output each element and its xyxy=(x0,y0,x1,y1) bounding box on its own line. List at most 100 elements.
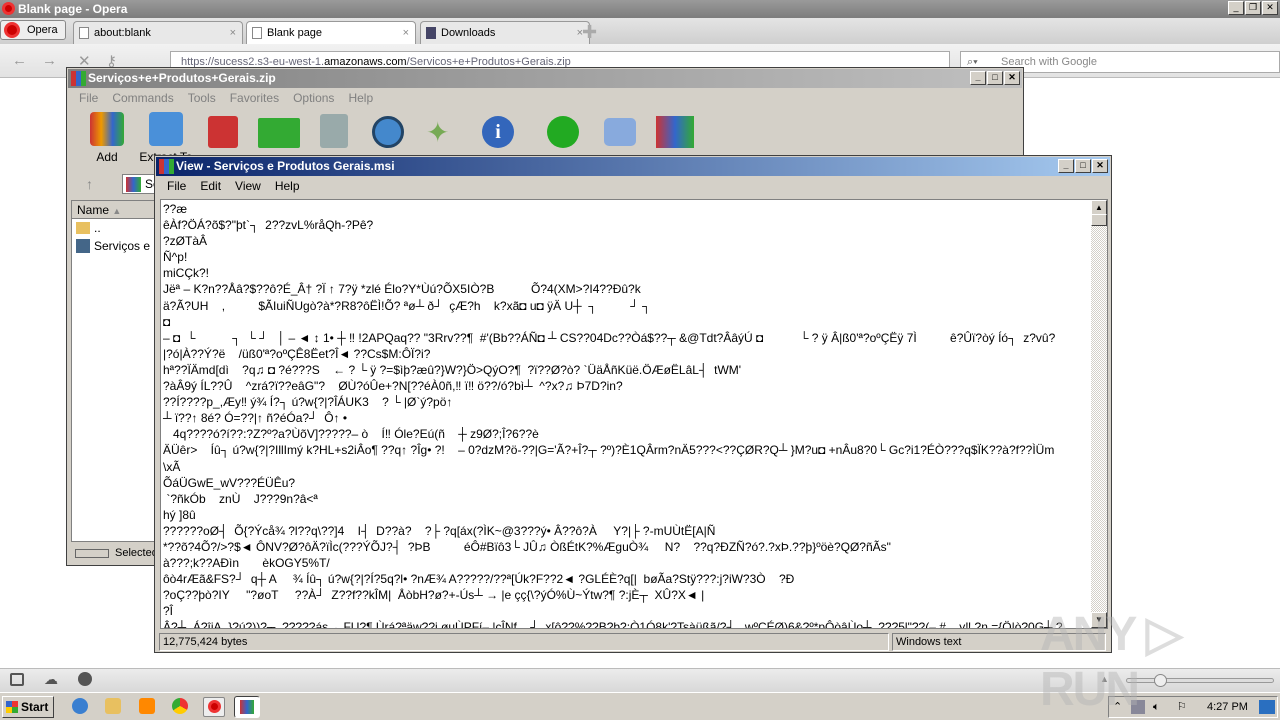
find-icon[interactable] xyxy=(372,116,404,148)
menu-commands[interactable]: Commands xyxy=(105,88,180,108)
menu-edit[interactable]: Edit xyxy=(193,176,228,196)
winrar-status-bar: Selected xyxy=(71,545,161,562)
opera-menu-button[interactable]: Opera xyxy=(0,20,66,40)
winrar-task-button[interactable] xyxy=(234,696,260,718)
chrome-icon[interactable] xyxy=(172,698,188,714)
winrar-icon xyxy=(71,71,86,86)
add-button[interactable]: Add xyxy=(80,112,134,164)
delete-icon[interactable] xyxy=(320,114,348,148)
close-button[interactable]: ✕ xyxy=(1262,1,1278,15)
encoding: Windows text xyxy=(896,636,962,648)
viewer-title-bar[interactable]: View - Serviços e Produtos Gerais.msi _ □… xyxy=(156,157,1110,176)
media-player-icon[interactable] xyxy=(139,698,155,714)
sfx-icon[interactable] xyxy=(656,116,694,148)
url-domain: amazonaws.com xyxy=(324,56,407,68)
panel-toggle-icon[interactable] xyxy=(10,673,24,686)
new-tab-icon[interactable]: ✚ xyxy=(582,22,597,43)
view-book-icon[interactable] xyxy=(258,118,300,148)
text-line: ÕáÜGwE_wV???ÉÜÊu? xyxy=(163,475,296,490)
add-archive-icon xyxy=(90,112,124,146)
minimize-button[interactable]: _ xyxy=(1058,159,1074,173)
browser-window-controls: _ ❐ ✕ xyxy=(1228,1,1278,15)
file-row-msi[interactable]: Serviços e Produtos Gerais.msi xyxy=(72,237,160,255)
text-line: ??????oØ┤ Õ{?Ýcå¾ ?l??q\??]4 I┤ D??à? ?├… xyxy=(163,523,716,538)
drive-icon xyxy=(75,549,109,558)
status-text: Selected xyxy=(115,547,158,559)
menu-help[interactable]: Help xyxy=(268,176,307,196)
close-tab-icon[interactable]: × xyxy=(403,22,409,44)
viewer-window: View - Serviços e Produtos Gerais.msi _ □… xyxy=(154,155,1112,653)
text-line: ä?Ã?UH , $ÃIuiÑUgò?à*?R8?ôËÌ!Õ? ªø┴ ð┘ ç… xyxy=(163,298,651,313)
info-icon[interactable]: i xyxy=(482,116,514,148)
menu-options[interactable]: Options xyxy=(286,88,341,108)
tab-about-blank[interactable]: about:blank × xyxy=(73,21,243,44)
test-icon[interactable] xyxy=(208,116,238,148)
restore-button[interactable]: ❐ xyxy=(1245,1,1261,15)
page-icon xyxy=(79,27,89,39)
speed-dial-icon[interactable] xyxy=(78,672,92,686)
opera-logo-icon xyxy=(2,2,15,15)
up-folder-icon[interactable]: ↑ xyxy=(86,176,93,192)
back-icon[interactable]: ← xyxy=(12,52,27,69)
text-line: êÀf?ÖÁ?õ$?"þt`┐ 2??zvL%råQh-?Pê? xyxy=(163,218,374,233)
menu-favorites[interactable]: Favorites xyxy=(223,88,286,108)
viewer-menu-bar: File Edit View Help xyxy=(156,176,1110,196)
text-line: ôò4rÆã&FS?┘ q┼ A ¾ Íû┐ ú?w{?|?Í?5q?l• ?n… xyxy=(163,572,795,587)
close-button[interactable]: ✕ xyxy=(1092,159,1108,173)
file-size: 12,775,424 bytes xyxy=(163,636,248,648)
maximize-button[interactable]: □ xyxy=(1075,159,1091,173)
url-prefix: https://sucess2.s3-eu-west-1. xyxy=(181,56,325,68)
text-line: ┴ ï??↑ 8é? Ó=??|↑ ñ?éÓa?┘ Ô↑ • xyxy=(163,411,348,426)
url-path: /Servicos+e+Produtos+Gerais.zip xyxy=(406,56,571,68)
winrar-title-bar[interactable]: Serviços+e+Produtos+Gerais.zip _ □ ✕ xyxy=(68,69,1022,88)
tab-label: Downloads xyxy=(441,27,496,39)
close-tab-icon[interactable]: × xyxy=(230,22,236,44)
folder-icon xyxy=(149,112,183,146)
tab-label: Blank page xyxy=(267,27,323,39)
text-line: Â?┴ Á?îjA_}?ú?))?┬ ?????ás→ FU?¶ Ùrá?ªäw… xyxy=(163,620,1063,629)
viewer-window-controls: _ □ ✕ xyxy=(1058,159,1108,173)
forward-icon[interactable]: → xyxy=(42,52,57,69)
comment-icon[interactable] xyxy=(604,118,636,146)
maximize-button[interactable]: □ xyxy=(987,71,1003,85)
file-name: Serviços e Produtos Gerais.msi xyxy=(94,239,160,253)
column-name-header[interactable]: Name ▲ xyxy=(72,201,160,219)
file-size-status: 12,775,424 bytes xyxy=(159,633,889,651)
minimize-button[interactable]: _ xyxy=(1228,1,1244,15)
viewer-title: View - Serviços e Produtos Gerais.msi xyxy=(176,159,395,173)
browser-title: Blank page - Opera xyxy=(18,2,128,16)
menu-view[interactable]: View xyxy=(228,176,268,196)
vertical-scrollbar[interactable]: ▲ ▼ xyxy=(1091,199,1108,629)
text-line: – ◘ └ ┐ └ ┘ │ – ◄ ↕ 1• ┼ ‼ !2APQaq?? "3R… xyxy=(163,330,1056,345)
menu-file[interactable]: File xyxy=(160,176,193,196)
text-line: ◘ xyxy=(163,314,171,329)
file-list: Name ▲ .. Serviços e Produtos Gerais.msi xyxy=(71,200,161,542)
minimize-button[interactable]: _ xyxy=(970,71,986,85)
wizard-icon[interactable]: ✦ xyxy=(426,116,449,149)
add-label: Add xyxy=(96,150,118,164)
close-button[interactable]: ✕ xyxy=(1004,71,1020,85)
text-line: |?ó|À??Ý?ë /üß0'ª?oºÇÊ8Ëet?Î◄ ??Cs$M:ÔÏ?… xyxy=(163,346,431,361)
tab-label: about:blank xyxy=(94,27,151,39)
virus-scan-icon[interactable] xyxy=(547,116,579,148)
file-row-parent[interactable]: .. xyxy=(72,219,160,237)
file-content-view[interactable]: ??æ êÀf?ÖÁ?õ$?"þt`┐ 2??zvL%råQh-?Pê? ?zØTà… xyxy=(160,199,1091,629)
winrar-title: Serviços+e+Produtos+Gerais.zip xyxy=(88,71,276,85)
winrar-icon xyxy=(240,700,254,714)
tab-blank-page[interactable]: Blank page × xyxy=(246,21,416,44)
menu-file[interactable]: File xyxy=(72,88,105,108)
ie-icon[interactable] xyxy=(72,698,88,714)
explorer-icon[interactable] xyxy=(105,698,121,714)
text-line: ?oÇ??þò?IY "?øoT ??À┘ Z??f??kÎM| ÅòbH?ø?… xyxy=(163,588,705,603)
menu-tools[interactable]: Tools xyxy=(181,88,223,108)
opera-task-button[interactable] xyxy=(203,697,225,717)
start-button[interactable]: Start xyxy=(2,696,54,718)
folder-icon xyxy=(76,222,90,234)
scroll-thumb[interactable] xyxy=(1091,214,1107,226)
text-line: ÄÜêr> Íû┐ ú?w{?|?IllImý k?HL+s2iÂo¶ ??q↑… xyxy=(163,443,1055,458)
menu-help[interactable]: Help xyxy=(341,88,380,108)
tab-downloads[interactable]: Downloads × xyxy=(420,21,590,44)
winrar-menu-bar: File Commands Tools Favorites Options Help xyxy=(68,88,1022,108)
cloud-icon[interactable]: ☁ xyxy=(44,671,58,688)
sort-asc-icon: ▲ xyxy=(112,206,122,216)
